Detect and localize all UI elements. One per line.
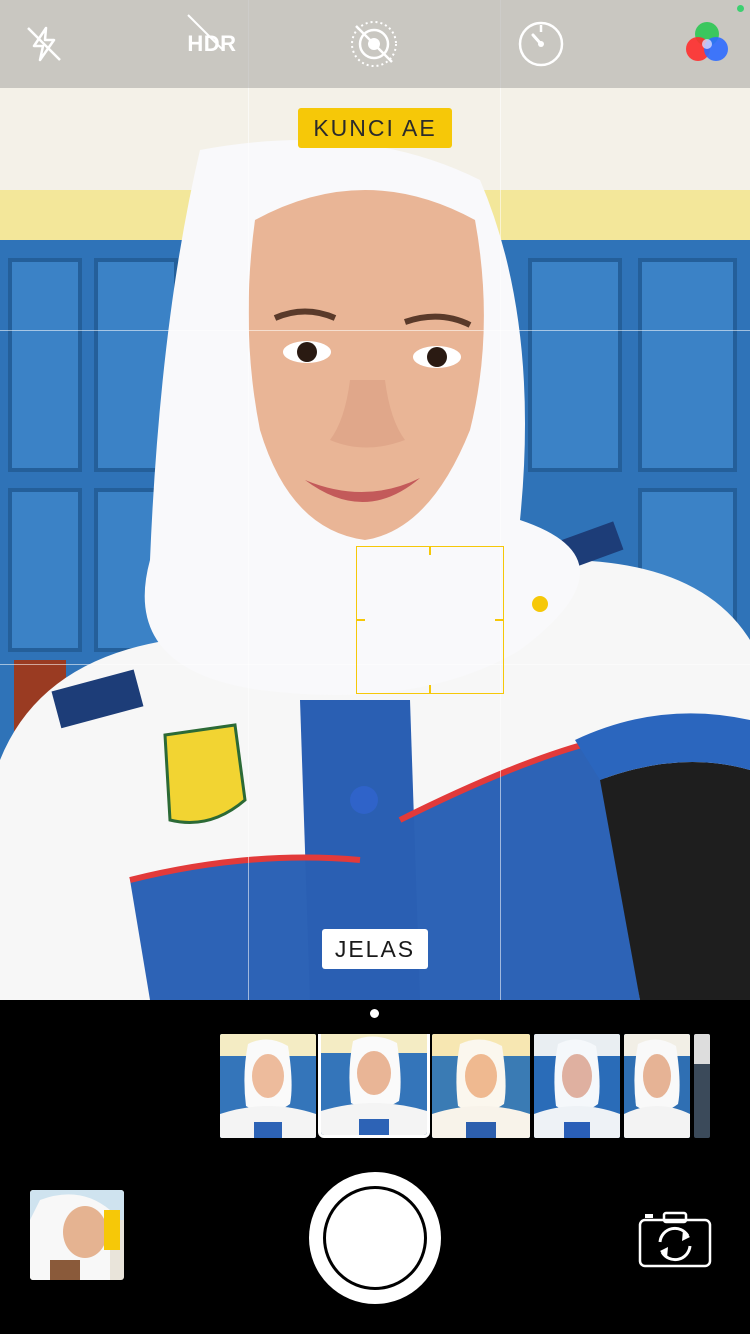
camera-preview-scene <box>0 0 750 1000</box>
camera-app: HDR KUNCI AE JELAS <box>0 0 750 1334</box>
shutter-button[interactable] <box>309 1172 441 1304</box>
filters-icon[interactable] <box>681 18 733 70</box>
timer-icon[interactable] <box>515 18 567 70</box>
filter-page-indicator <box>370 1009 379 1018</box>
ae-lock-badge: KUNCI AE <box>298 108 452 148</box>
grid-line-vertical-2 <box>500 0 501 1000</box>
grid-line-horizontal-1 <box>0 330 750 331</box>
flash-off-icon[interactable] <box>18 18 70 70</box>
filter-name-label: JELAS <box>322 929 428 969</box>
exposure-sun-icon[interactable] <box>528 592 552 616</box>
shutter-button-inner <box>323 1186 427 1290</box>
top-control-bar: HDR <box>0 0 750 88</box>
filter-thumbnail[interactable] <box>220 1034 316 1138</box>
grid-line-vertical-1 <box>248 0 249 1000</box>
filter-thumbnail[interactable] <box>534 1034 620 1138</box>
camera-in-use-indicator <box>737 5 744 12</box>
switch-camera-icon[interactable] <box>638 1210 712 1268</box>
filter-strip[interactable] <box>220 1034 710 1138</box>
filter-thumbnail[interactable] <box>432 1034 530 1138</box>
filter-thumbnail[interactable] <box>624 1034 690 1138</box>
hdr-label: HDR <box>187 31 237 56</box>
focus-exposure-box[interactable] <box>356 546 504 694</box>
hdr-off-button[interactable]: HDR <box>182 14 242 70</box>
filter-thumbnail-partial[interactable] <box>694 1034 710 1138</box>
filter-thumbnail-selected[interactable] <box>318 1034 430 1138</box>
live-photo-off-icon[interactable] <box>348 18 400 70</box>
viewfinder[interactable]: HDR KUNCI AE JELAS <box>0 0 750 1000</box>
last-photo-thumbnail[interactable] <box>30 1190 124 1280</box>
bottom-controls <box>0 1000 750 1334</box>
